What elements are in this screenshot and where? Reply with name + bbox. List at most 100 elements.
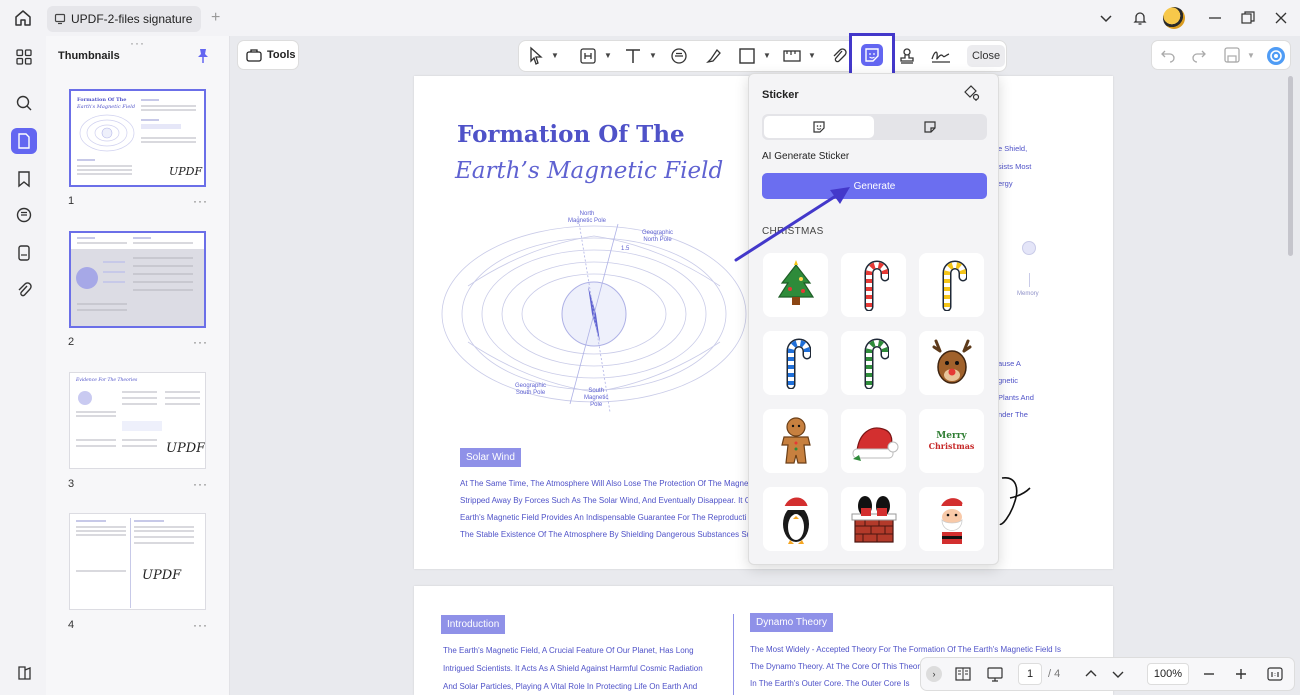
- magnetic-field-diagram: [441, 215, 747, 413]
- sticker-note-tab[interactable]: [875, 116, 985, 138]
- annotation-arrow: [734, 187, 850, 262]
- comment-search-icon[interactable]: [11, 202, 37, 228]
- apps-grid-icon[interactable]: [11, 44, 37, 70]
- thumb-1-signature: UPDF: [169, 165, 203, 178]
- expand-icon[interactable]: ›: [926, 666, 942, 682]
- page-thumbnail-1[interactable]: Formation Of The Earth's Magnetic Field …: [69, 89, 206, 187]
- document-tab-icon: [54, 13, 66, 25]
- slideshow-icon[interactable]: [985, 664, 1005, 684]
- dynamo-line-2: The Dynamo Theory. At The Core Of This T…: [750, 662, 921, 671]
- sticker-merry-christmas-text[interactable]: Merry Christmas: [919, 409, 984, 473]
- home-icon[interactable]: [12, 8, 34, 28]
- right-text-fragment: e Shield,: [998, 144, 1028, 153]
- signature-icon[interactable]: [930, 46, 950, 66]
- zoom-level[interactable]: 100%: [1147, 663, 1189, 685]
- zoom-in-icon[interactable]: [1231, 664, 1251, 684]
- close-window-icon[interactable]: [1272, 9, 1290, 27]
- sticker-gingerbread-man[interactable]: [763, 409, 828, 473]
- page-layout-icon[interactable]: [953, 664, 973, 684]
- sticker-emoji-icon: [813, 121, 825, 133]
- thumb-3-signature: UPDF: [166, 441, 206, 456]
- sticker-candy-cane-blue[interactable]: [763, 331, 828, 395]
- next-page-icon[interactable]: [1108, 664, 1128, 684]
- title-bar: UPDF-2-files signature +: [0, 0, 1300, 36]
- avatar[interactable]: [1163, 7, 1185, 29]
- thumb-more-icon-1[interactable]: ···: [193, 194, 208, 208]
- page-thumbnail-2[interactable]: [69, 231, 206, 328]
- sticker-panel-title: Sticker: [762, 89, 799, 101]
- thumb-more-icon-4[interactable]: ···: [193, 618, 208, 632]
- sticker-reindeer[interactable]: [919, 331, 984, 395]
- solar-wind-line-4: The Stable Existence Of The Atmosphere B…: [460, 530, 752, 539]
- close-toolbar-button[interactable]: Close: [967, 45, 1005, 67]
- layers-icon[interactable]: [11, 240, 37, 266]
- sticker-santa-chimney[interactable]: [841, 487, 906, 551]
- sticker-candy-cane-yellow[interactable]: [919, 253, 984, 317]
- thumb-1-diagram: [79, 114, 135, 152]
- chevron-down-icon[interactable]: ▼: [604, 51, 612, 60]
- page-title: Formation Of The: [457, 121, 685, 148]
- comment-icon[interactable]: [669, 46, 689, 66]
- page-number-input[interactable]: 1: [1018, 663, 1042, 685]
- tools-icon: [246, 49, 262, 62]
- attachment-icon[interactable]: [11, 277, 37, 303]
- panel-grip-icon[interactable]: ···: [130, 36, 145, 50]
- restore-icon[interactable]: [1239, 9, 1257, 27]
- thumbnails-title: Thumbnails: [58, 50, 120, 62]
- measure-icon[interactable]: [782, 46, 802, 66]
- thumb-more-icon-3[interactable]: ···: [193, 477, 208, 491]
- ai-assistant-icon[interactable]: [1265, 45, 1285, 65]
- sticker-santa-claus[interactable]: [919, 487, 984, 551]
- add-tab-icon[interactable]: +: [211, 10, 220, 26]
- thumb-page-number-3: 3: [68, 478, 75, 490]
- vertical-scrollbar[interactable]: [1288, 76, 1293, 256]
- chevron-down-icon[interactable]: ▼: [808, 51, 816, 60]
- attachment-icon[interactable]: [829, 46, 849, 66]
- bell-icon[interactable]: [1131, 9, 1149, 27]
- select-cursor-icon[interactable]: [527, 46, 547, 66]
- chevron-down-icon[interactable]: ▼: [1247, 51, 1255, 60]
- sticker-penguin[interactable]: [763, 487, 828, 551]
- christmas-text: Christmas: [928, 441, 975, 451]
- chevron-down-icon[interactable]: ▼: [763, 51, 771, 60]
- dynamo-theory-heading: Dynamo Theory: [750, 613, 833, 632]
- previous-page-icon[interactable]: [1081, 664, 1101, 684]
- page-thumbnails-icon[interactable]: [11, 128, 37, 154]
- intro-line-3: And Solar Particles, Playing A Vital Rol…: [443, 682, 698, 691]
- sticker-type-toggle: [762, 114, 987, 140]
- highlighter-icon[interactable]: [704, 46, 724, 66]
- pin-icon[interactable]: [196, 48, 210, 64]
- sticker-tool-button[interactable]: [849, 33, 895, 77]
- chevron-down-icon[interactable]: ▼: [551, 51, 559, 60]
- redo-icon[interactable]: [1189, 45, 1209, 65]
- text-tool-icon[interactable]: [623, 46, 643, 66]
- bookmark-icon[interactable]: [11, 166, 37, 192]
- page-thumbnail-4[interactable]: UPDF: [69, 513, 206, 610]
- chevron-down-icon[interactable]: [1097, 9, 1115, 27]
- memory-label: Memory: [1017, 291, 1039, 297]
- document-tab[interactable]: UPDF-2-files signature: [47, 6, 201, 32]
- sticker-candy-cane-green[interactable]: [841, 331, 906, 395]
- geographic-north-pole-label: Geographic North Pole: [642, 230, 674, 243]
- rectangle-shape-icon[interactable]: [737, 46, 757, 66]
- search-icon[interactable]: [11, 90, 37, 116]
- thumb-more-icon-2[interactable]: ···: [193, 335, 208, 349]
- undo-icon[interactable]: [1158, 45, 1178, 65]
- page-thumbnail-3[interactable]: Evidence For The Theories UPDF: [69, 372, 206, 469]
- text-box-icon[interactable]: [578, 46, 598, 66]
- theme-icon[interactable]: [11, 660, 37, 686]
- zoom-out-icon[interactable]: [1199, 664, 1219, 684]
- stamp-icon[interactable]: [897, 46, 917, 66]
- south-magnetic-pole-label: South Magnetic Pole: [584, 388, 609, 408]
- introduction-heading: Introduction: [441, 615, 506, 634]
- sticker-icon: [861, 44, 883, 66]
- tools-button[interactable]: Tools: [237, 40, 299, 70]
- actual-size-icon[interactable]: [1265, 664, 1285, 684]
- chevron-down-icon[interactable]: ▼: [649, 51, 657, 60]
- intro-line-1: The Earth's Magnetic Field, A Crucial Fe…: [443, 646, 694, 655]
- sticker-emoji-tab[interactable]: [764, 116, 874, 138]
- sticker-settings-icon[interactable]: [963, 84, 981, 102]
- minimize-icon[interactable]: [1206, 9, 1224, 27]
- sticker-santa-hat[interactable]: [841, 409, 906, 473]
- save-icon[interactable]: [1222, 45, 1242, 65]
